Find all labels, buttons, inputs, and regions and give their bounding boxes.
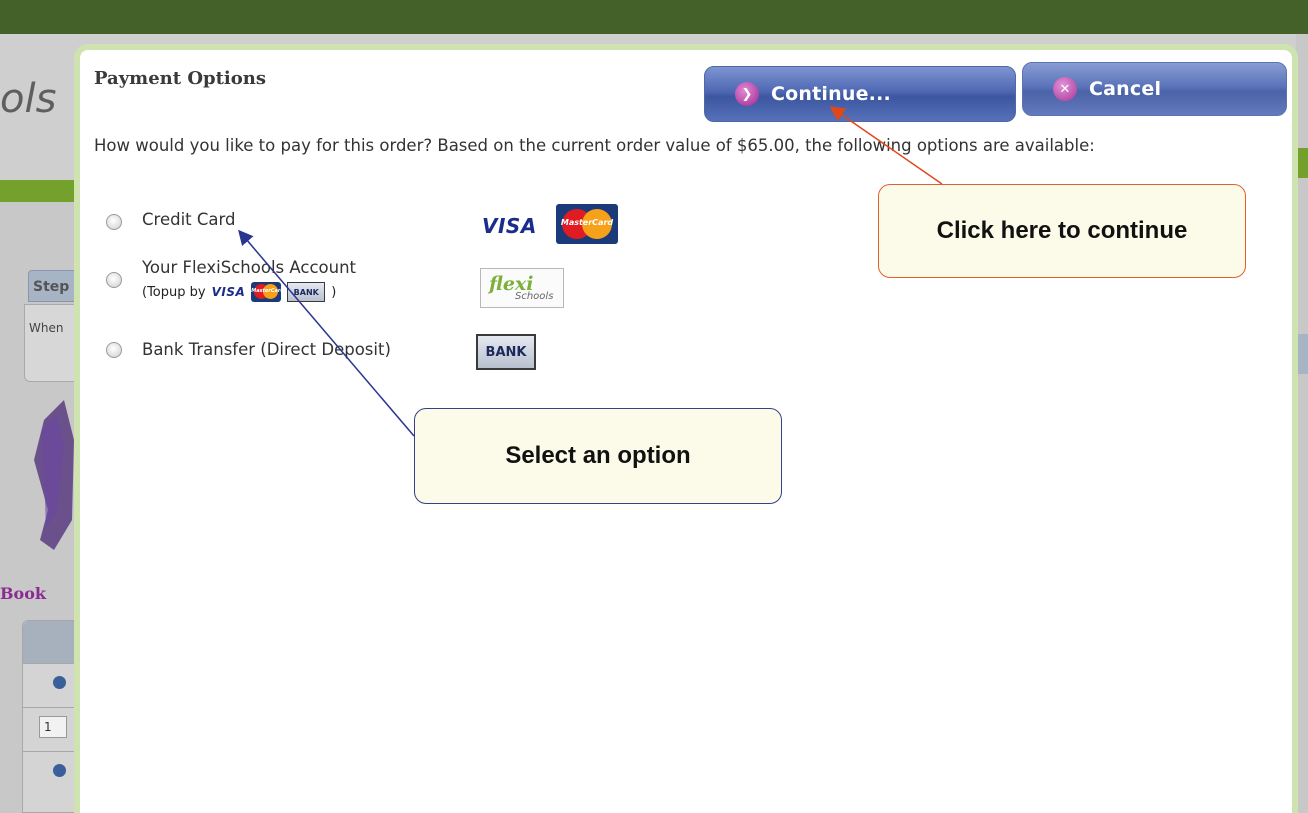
option-label: Your FlexiSchools Account: [142, 258, 356, 277]
book-heading-fragment: Book: [0, 584, 46, 603]
radio-credit-card[interactable]: [106, 214, 122, 230]
top-bar: [0, 0, 1308, 34]
modal-title: Payment Options: [94, 68, 266, 89]
option-label: Credit Card: [142, 210, 236, 229]
mastercard-logo: MasterCard: [556, 204, 618, 244]
arrow-right-icon: ❯: [735, 82, 759, 106]
radio-bank-transfer[interactable]: [106, 342, 122, 358]
cancel-button[interactable]: ✕ Cancel: [1022, 62, 1287, 116]
option-label: Bank Transfer (Direct Deposit): [142, 340, 391, 359]
continue-hint-callout: Click here to continue: [878, 184, 1246, 278]
visa-logo: VISA: [482, 214, 537, 238]
expand-icon: [53, 764, 66, 777]
continue-button-label: Continue...: [771, 83, 891, 105]
site-logo-fragment: ols: [0, 76, 57, 122]
bank-logo: BANK: [476, 334, 536, 370]
radio-flexischools-account[interactable]: [106, 272, 122, 288]
mastercard-logo: MasterCard: [251, 282, 282, 302]
cancel-button-label: Cancel: [1089, 78, 1162, 100]
qty-field: 1: [39, 716, 67, 738]
topup-note: (Topup by VISA MasterCard BANK ): [142, 282, 336, 302]
flexischools-logo: flexi Schools: [480, 268, 564, 308]
topup-suffix: ): [331, 284, 337, 300]
continue-button[interactable]: ❯ Continue...: [704, 66, 1016, 122]
background-table: 1: [22, 620, 82, 813]
visa-logo: VISA: [211, 285, 246, 299]
close-icon: ✕: [1053, 77, 1077, 101]
select-option-callout: Select an option: [414, 408, 782, 504]
payment-question: How would you like to pay for this order…: [94, 136, 1095, 155]
expand-icon: [53, 676, 66, 689]
bank-logo: BANK: [287, 282, 326, 302]
topup-prefix: (Topup by: [142, 284, 206, 300]
